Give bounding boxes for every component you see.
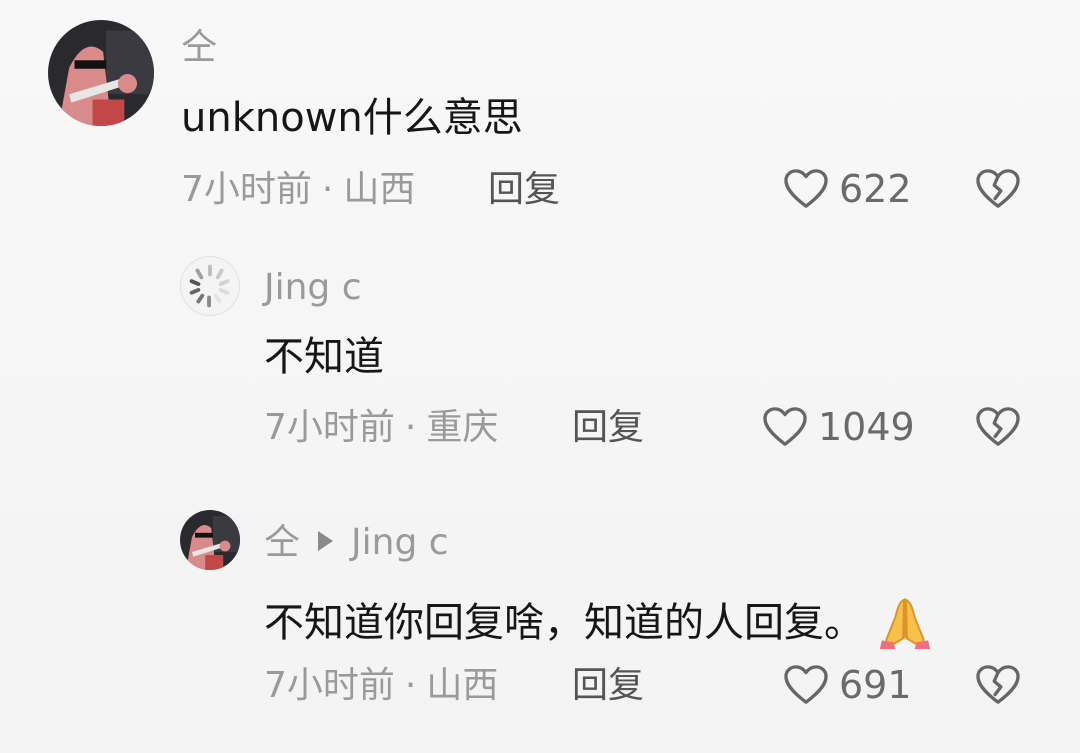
timestamp: 7小时前 [264, 407, 395, 448]
username[interactable]: Jing c [264, 270, 362, 306]
heart-icon [784, 169, 828, 208]
heart-icon [763, 407, 807, 446]
reply-arrow-icon [318, 531, 334, 551]
comment-meta: 7小时前 · 山西 [181, 172, 415, 208]
avatar-patrick-image [180, 510, 240, 570]
like-button[interactable]: 1049 [762, 406, 915, 448]
comment-thread: 仝 unknown什么意思 7小时前 · 山西 回复 622 Jing c 不知… [0, 0, 1080, 753]
like-count: 1049 [818, 405, 915, 449]
avatar[interactable] [180, 256, 240, 316]
reply-to-username[interactable]: Jing c [351, 522, 449, 563]
separator: · [321, 169, 334, 210]
username[interactable]: 仝 [181, 30, 217, 66]
loading-spinner-icon [189, 264, 230, 308]
dislike-button[interactable] [975, 168, 1021, 210]
like-count: 622 [839, 167, 912, 211]
broken-heart-icon [976, 665, 1020, 704]
comment-meta: 7小时前 · 山西 [264, 668, 498, 704]
username[interactable]: 仝 [264, 522, 300, 563]
separator: · [404, 407, 417, 448]
reply-button[interactable]: 回复 [572, 668, 644, 704]
separator: · [404, 665, 417, 706]
dislike-button[interactable] [975, 664, 1021, 706]
avatar[interactable] [48, 20, 154, 126]
avatar[interactable] [180, 510, 240, 570]
comment-text: unknown什么意思 [181, 95, 523, 141]
avatar-patrick-image [48, 20, 154, 126]
broken-heart-icon [976, 407, 1020, 446]
like-button[interactable]: 691 [783, 664, 912, 706]
heart-icon [784, 665, 828, 704]
reply-button[interactable]: 回复 [488, 172, 560, 208]
comment-text: 不知道 [264, 334, 384, 380]
broken-heart-icon [976, 169, 1020, 208]
timestamp: 7小时前 [264, 665, 395, 706]
location: 山西 [343, 169, 416, 210]
folded-hands-emoji-icon [876, 594, 934, 650]
timestamp: 7小时前 [181, 169, 312, 210]
location: 山西 [426, 665, 499, 706]
like-button[interactable]: 622 [783, 168, 912, 210]
location: 重庆 [426, 407, 499, 448]
like-count: 691 [839, 663, 912, 707]
dislike-button[interactable] [975, 406, 1021, 448]
comment-text: 不知道你回复啥，知道的人回复。 [264, 594, 934, 650]
reply-header: 仝 Jing c [264, 525, 449, 561]
comment-meta: 7小时前 · 重庆 [264, 410, 498, 446]
comment-text-content: 不知道你回复啥，知道的人回复。 [264, 600, 864, 646]
reply-button[interactable]: 回复 [572, 410, 644, 446]
